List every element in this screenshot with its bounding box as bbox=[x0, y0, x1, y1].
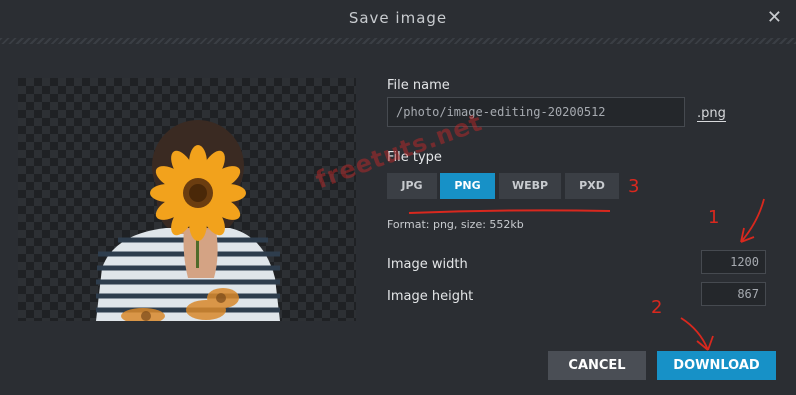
file-name-label: File name bbox=[387, 78, 450, 93]
close-icon[interactable]: ✕ bbox=[767, 7, 782, 28]
dialog-title: Save image bbox=[348, 9, 448, 27]
image-width-label: Image width bbox=[387, 257, 468, 272]
save-image-dialog: Save image ✕ File name /photo/image-edit… bbox=[0, 0, 796, 395]
preview-photo bbox=[96, 120, 280, 321]
file-type-pxd-button[interactable]: PXD bbox=[565, 173, 619, 199]
file-extension: .png bbox=[697, 106, 726, 122]
image-preview bbox=[18, 78, 356, 321]
annotation-arrow-1 bbox=[740, 198, 765, 243]
annotation-number-2: 2 bbox=[651, 297, 663, 318]
annotation-underline bbox=[408, 209, 611, 214]
title-divider bbox=[0, 38, 796, 44]
format-info: Format: png, size: 552kb bbox=[387, 218, 524, 231]
image-width-input[interactable]: 1200 bbox=[701, 250, 766, 274]
file-type-webp-button[interactable]: WEBP bbox=[499, 173, 561, 199]
image-height-label: Image height bbox=[387, 289, 474, 304]
image-height-input[interactable]: 867 bbox=[701, 282, 766, 306]
annotation-number-1: 1 bbox=[708, 207, 720, 228]
file-type-jpg-button[interactable]: JPG bbox=[387, 173, 437, 199]
cancel-button[interactable]: CANCEL bbox=[548, 351, 646, 380]
file-name-input[interactable]: /photo/image-editing-20200512 bbox=[387, 97, 685, 127]
annotation-number-3: 3 bbox=[628, 176, 640, 197]
dialog-titlebar: Save image ✕ bbox=[0, 0, 796, 36]
download-button[interactable]: DOWNLOAD bbox=[657, 351, 776, 380]
annotation-arrow-2 bbox=[680, 317, 714, 351]
file-type-png-button[interactable]: PNG bbox=[440, 173, 495, 199]
